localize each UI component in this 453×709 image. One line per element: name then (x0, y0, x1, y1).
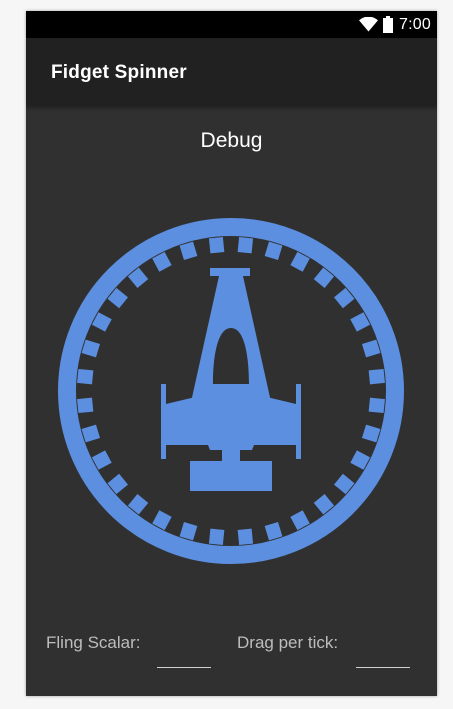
debug-label[interactable]: Debug (26, 129, 437, 153)
starfighter-spinner-icon (58, 218, 404, 564)
drag-per-tick-label: Drag per tick: (237, 633, 339, 652)
wifi-icon (359, 17, 379, 32)
battery-icon (383, 16, 394, 33)
spinner-tooth (208, 237, 225, 254)
spinner-tooth (179, 521, 198, 541)
app-screen: 7:00 Fidget Spinner Debug Fling Scalar: … (26, 11, 437, 696)
spinner-tooth (237, 237, 254, 254)
spinner-tooth (179, 241, 198, 261)
status-time: 7:00 (399, 15, 431, 33)
spinner-tooth (81, 424, 101, 443)
spinner-tooth (361, 339, 381, 358)
spinner-tooth (264, 521, 283, 541)
spinner-tooth (361, 424, 381, 443)
status-icons: 7:00 (359, 11, 431, 38)
spinner-tooth (368, 397, 385, 414)
spinner-tooth (77, 368, 94, 385)
fling-scalar-input[interactable] (157, 643, 211, 668)
app-bar: Fidget Spinner (26, 38, 437, 106)
fidget-spinner[interactable] (58, 218, 404, 564)
fling-scalar-label: Fling Scalar: (46, 633, 141, 652)
spinner-tooth (208, 528, 225, 545)
spinner-tooth (237, 528, 254, 545)
spinner-tooth (264, 241, 283, 261)
drag-per-tick-input[interactable] (356, 643, 410, 668)
spinner-tooth (77, 397, 94, 414)
spinner-tooth (81, 339, 101, 358)
status-bar: 7:00 (26, 11, 437, 38)
spinner-tooth (368, 368, 385, 385)
app-title: Fidget Spinner (51, 62, 187, 83)
